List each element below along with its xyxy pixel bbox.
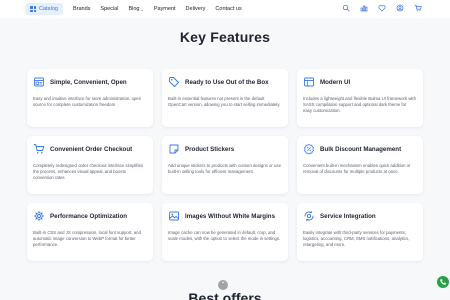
feature-title: Performance Optimization [50, 212, 128, 220]
feature-card: Bulk Discount Management Convenient buil… [297, 136, 423, 194]
nav-left: Catalog Brands Special Blog ⌄ Payment De… [25, 3, 242, 15]
feature-title: Images Without White Margins [185, 212, 276, 220]
integration-icon [303, 210, 315, 222]
feature-title: Modern UI [320, 78, 351, 86]
feature-card: Performance Optimization Built-in CSS an… [27, 203, 153, 261]
feature-card: Modern UI Includes a lightweight and fle… [297, 69, 423, 127]
feature-description: Completely redesigned order checkout int… [33, 163, 144, 181]
browser-layout-icon [303, 76, 315, 88]
top-navbar: Catalog Brands Special Blog ⌄ Payment De… [0, 0, 450, 18]
feature-description: Built-in essential features not present … [168, 96, 281, 108]
next-section-title: Best offers [188, 290, 262, 300]
feature-title: Ready to Use Out of the Box [185, 78, 269, 86]
feature-title: Convenient Order Checkout [50, 145, 133, 153]
feature-description: Easy and intuitive interface for store a… [33, 96, 142, 108]
shopping-cart-icon [33, 143, 45, 155]
feature-title: Service Integration [320, 212, 376, 220]
feature-description: Image cache can now be generated in defa… [168, 230, 281, 242]
chevron-down-icon: ⌄ [140, 6, 144, 12]
scroll-to-top-button[interactable]: ⌃ [218, 280, 228, 290]
heart-icon[interactable] [378, 4, 386, 12]
feature-description: Built-in CSS and JS compression, local f… [33, 230, 141, 248]
feature-card: Ready to Use Out of the Box Built-in ess… [162, 69, 288, 127]
sticker-icon [168, 143, 180, 155]
catalog-button[interactable]: Catalog [25, 3, 63, 15]
whatsapp-chat-button[interactable] [437, 276, 449, 288]
account-icon[interactable] [396, 4, 404, 12]
feature-card: Convenient Order Checkout Completely red… [27, 136, 153, 194]
feature-card: Images Without White Margins Image cache… [162, 203, 288, 261]
nav-link-brands[interactable]: Brands [73, 6, 90, 12]
feature-title: Simple, Convenient, Open [50, 78, 127, 86]
nav-link-contact[interactable]: Contact us [215, 6, 241, 12]
nav-link-payment[interactable]: Payment [154, 6, 176, 12]
feature-description: Includes a lightweight and flexible Bulm… [303, 96, 416, 114]
feature-title: Bulk Discount Management [320, 145, 402, 153]
phone-icon [440, 279, 446, 285]
features-grid: Simple, Convenient, Open Easy and intuit… [27, 69, 423, 261]
browser-window-icon [33, 76, 45, 88]
feature-title: Product Stickers [185, 145, 235, 153]
nav-link-delivery[interactable]: Delivery [186, 6, 206, 12]
section-title: Key Features [179, 29, 271, 45]
discount-badge-icon [303, 143, 315, 155]
image-icon [168, 210, 180, 222]
arrow-up-icon: ⌃ [220, 282, 226, 288]
gear-icon [33, 210, 45, 222]
nav-link-blog-label: Blog [128, 6, 140, 12]
catalog-button-label: Catalog [39, 6, 58, 12]
nav-actions [342, 4, 422, 12]
feature-card: Service Integration Easily integrate wit… [297, 203, 423, 261]
feature-card: Simple, Convenient, Open Easy and intuit… [27, 69, 153, 127]
tag-icon [168, 76, 180, 88]
feature-description: Add unique stickers to products with cus… [168, 163, 281, 175]
feature-card: Product Stickers Add unique stickers to … [162, 136, 288, 194]
search-icon[interactable] [342, 4, 350, 12]
feature-description: Easily integrate with third-party servic… [303, 230, 410, 248]
compare-icon[interactable] [360, 4, 368, 12]
nav-link-special[interactable]: Special [100, 6, 118, 12]
grid-icon [30, 6, 36, 12]
nav-link-blog[interactable]: Blog ⌄ [128, 6, 143, 12]
cart-icon[interactable] [414, 4, 422, 12]
feature-description: Convenient built-in mechanism enables qu… [303, 163, 411, 175]
